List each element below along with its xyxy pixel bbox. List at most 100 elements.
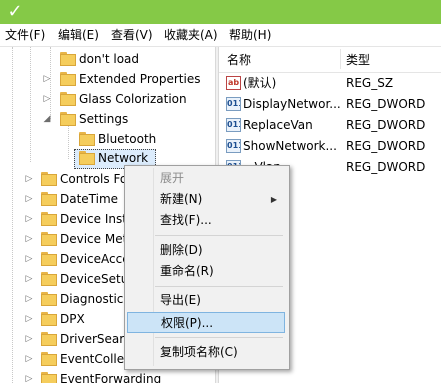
expand-arrow-icon[interactable]: ▷ <box>42 89 52 109</box>
list-row[interactable]: ab (默认) REG_SZ <box>219 73 441 94</box>
expand-arrow-icon[interactable]: ▷ <box>24 309 34 329</box>
folder-icon <box>41 272 57 286</box>
menu-item-rename[interactable]: 重命名(R) <box>127 261 285 282</box>
expand-arrow-icon[interactable]: ▷ <box>24 209 34 229</box>
menu-item-find[interactable]: 查找(F)... <box>127 210 285 231</box>
tree-item-settings[interactable]: ◢ Settings <box>0 109 215 129</box>
menu-item-label: 复制项名称(C) <box>160 345 238 359</box>
folder-icon <box>60 72 76 86</box>
expand-arrow-icon[interactable]: ▷ <box>24 349 34 369</box>
menu-item-export[interactable]: 导出(E) <box>127 290 285 311</box>
list-row[interactable]: 011 DisplayNetwor... REG_DWORD <box>219 94 441 115</box>
tree-item-label: Glass Colorization <box>79 92 187 106</box>
dword-value-icon: 011 <box>226 139 241 153</box>
menu-item-label: 新建(N) <box>160 192 203 206</box>
folder-icon <box>41 212 57 226</box>
dword-value-icon: 011 <box>226 97 241 111</box>
folder-icon <box>41 252 57 266</box>
string-value-icon: ab <box>226 76 241 90</box>
collapse-arrow-icon[interactable]: ◢ <box>42 109 52 129</box>
column-header-type[interactable]: 类型 <box>346 52 370 68</box>
value-type: REG_DWORD <box>346 97 426 111</box>
menu-separator <box>155 337 283 338</box>
value-name: ReplaceVan <box>243 118 313 132</box>
tree-item-glass-colorization[interactable]: ▷ Glass Colorization <box>0 89 215 109</box>
menu-item-label: 权限(P)... <box>161 316 214 330</box>
folder-icon <box>60 52 76 66</box>
title-bar: ✓ <box>0 0 441 24</box>
expand-arrow-icon[interactable]: ▷ <box>24 249 34 269</box>
value-name: DisplayNetwor... <box>243 97 341 111</box>
menu-item-label: 重命名(R) <box>160 264 214 278</box>
menu-file[interactable]: 文件(F) <box>5 27 45 43</box>
menu-item-delete[interactable]: 删除(D) <box>127 240 285 261</box>
expand-arrow-icon[interactable]: ▷ <box>24 189 34 209</box>
tree-item-label: DateTime <box>60 192 119 206</box>
expand-arrow-icon[interactable]: ▷ <box>24 329 34 349</box>
menu-view[interactable]: 查看(V) <box>111 27 153 43</box>
menu-favorites[interactable]: 收藏夹(A) <box>164 27 218 43</box>
folder-icon <box>41 232 57 246</box>
folder-icon <box>79 132 95 146</box>
menu-item-expand[interactable]: 展开 <box>127 168 285 189</box>
tree-item-label: Device Met <box>60 232 128 246</box>
folder-icon <box>41 372 57 383</box>
menu-item-new[interactable]: 新建(N) ▶ <box>127 189 285 210</box>
value-type: REG_DWORD <box>346 160 426 174</box>
value-name: (默认) <box>243 76 277 90</box>
check-icon: ✓ <box>7 1 23 22</box>
tree-item-label: Controls Fo <box>60 172 128 186</box>
column-header-name[interactable]: 名称 <box>227 52 251 68</box>
folder-icon <box>41 352 57 366</box>
menu-item-label: 展开 <box>160 171 185 185</box>
tree-item-label: Settings <box>79 112 129 126</box>
tree-item-label: Extended Properties <box>79 72 201 86</box>
tree-item-label: DPX <box>60 312 85 326</box>
dword-value-icon: 011 <box>226 118 241 132</box>
expand-arrow-icon[interactable]: ▷ <box>24 369 34 383</box>
column-divider[interactable] <box>340 49 341 69</box>
expand-arrow-icon[interactable]: ▷ <box>24 289 34 309</box>
list-header: 名称 类型 <box>219 47 441 73</box>
folder-icon <box>41 292 57 306</box>
tree-item-label: DriverSearc <box>60 332 131 346</box>
folder-icon <box>41 332 57 346</box>
menu-item-permissions[interactable]: 权限(P)... <box>127 312 285 333</box>
menu-separator <box>155 235 283 236</box>
menu-separator <box>155 286 283 287</box>
value-type: REG_DWORD <box>346 139 426 153</box>
tree-item-bluetooth[interactable]: Bluetooth <box>0 129 215 149</box>
tree-item-label: don't load <box>79 52 140 66</box>
expand-arrow-icon[interactable]: ▷ <box>42 69 52 89</box>
menu-item-label: 删除(D) <box>160 243 203 257</box>
menu-item-copy-key-name[interactable]: 复制项名称(C) <box>127 342 285 363</box>
expand-arrow-icon[interactable]: ▷ <box>24 269 34 289</box>
tree-item-label: Bluetooth <box>98 132 157 146</box>
list-row[interactable]: 011 ShowNetwork... REG_DWORD <box>219 136 441 157</box>
folder-icon <box>41 192 57 206</box>
submenu-arrow-icon: ▶ <box>270 195 277 204</box>
tree-item-label: Diagnostics <box>60 292 130 306</box>
tree-item-label: EventCollec <box>60 352 131 366</box>
folder-icon <box>41 172 57 186</box>
value-type: REG_SZ <box>346 76 394 90</box>
folder-icon <box>41 312 57 326</box>
expand-arrow-icon[interactable]: ▷ <box>24 229 34 249</box>
tree-item-label: DeviceAcce <box>60 252 130 266</box>
menu-bar: 文件(F) 编辑(E) 查看(V) 收藏夹(A) 帮助(H) <box>0 24 441 47</box>
menu-item-label: 导出(E) <box>160 293 201 307</box>
tree-item-extended-properties[interactable]: ▷ Extended Properties <box>0 69 215 89</box>
menu-edit[interactable]: 编辑(E) <box>58 27 99 43</box>
value-name: ShowNetwork... <box>243 139 337 153</box>
folder-icon <box>60 112 76 126</box>
context-menu: 展开 新建(N) ▶ 查找(F)... 删除(D) 重命名(R) 导出(E) 权… <box>124 165 290 370</box>
list-row[interactable]: 011 ReplaceVan REG_DWORD <box>219 115 441 136</box>
menu-item-label: 查找(F)... <box>160 213 212 227</box>
folder-icon <box>60 92 76 106</box>
menu-help[interactable]: 帮助(H) <box>229 27 271 43</box>
tree-item-label: EventForwarding <box>60 372 162 383</box>
expand-arrow-icon[interactable]: ▷ <box>24 169 34 189</box>
value-type: REG_DWORD <box>346 118 426 132</box>
tree-item-dont-load[interactable]: don't load <box>0 49 215 69</box>
tree-item-event-forwarding[interactable]: ▷ EventForwarding <box>0 369 215 383</box>
